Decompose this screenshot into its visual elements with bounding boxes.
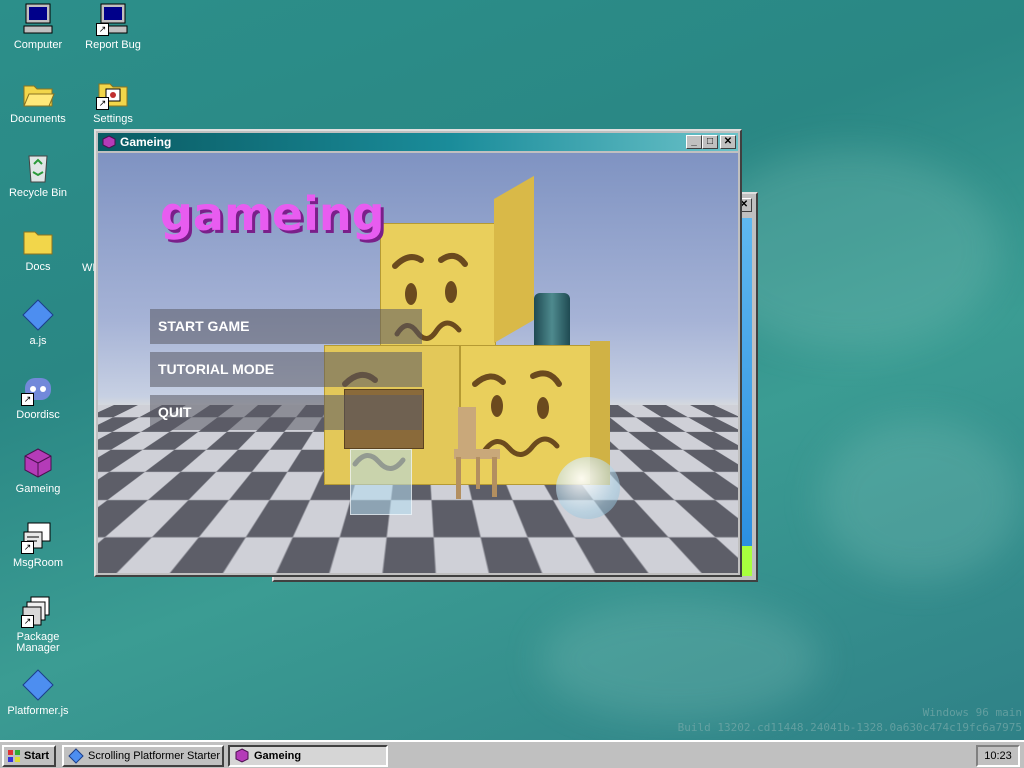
gameing-icon bbox=[102, 135, 116, 149]
start-logo-icon bbox=[8, 750, 20, 762]
desktop-icon-label: Docs bbox=[25, 261, 51, 273]
task-label: Gameing bbox=[254, 750, 302, 762]
start-game-button[interactable]: START GAME bbox=[150, 309, 422, 344]
gameing-window[interactable]: Gameing _ □ ✕ gameing START GAME TUTORIA… bbox=[94, 129, 742, 577]
gameing-icon bbox=[235, 748, 249, 763]
shortcut-arrow-icon: ↗ bbox=[21, 541, 34, 554]
desktop-icon-report-bug[interactable]: ↗ Report Bug bbox=[76, 2, 150, 51]
desktop-cloud bbox=[820, 420, 1020, 580]
task-label: Scrolling Platformer Starter bbox=[88, 750, 221, 762]
package-manager-icon: ↗ bbox=[21, 594, 55, 628]
desktop-icon-a-js[interactable]: a.js bbox=[1, 298, 75, 347]
game-title: gameing bbox=[160, 187, 385, 241]
desktop-icon-msgroom[interactable]: ↗ MsgRoom bbox=[1, 520, 75, 569]
desktop-icon-label: Documents bbox=[10, 113, 66, 125]
desktop-cloud bbox=[540, 600, 820, 720]
chair-icon bbox=[454, 407, 500, 499]
desktop-icon-computer[interactable]: Computer bbox=[1, 2, 75, 51]
desktop-icon-label: Report Bug bbox=[85, 39, 141, 51]
desktop-icon-label: Gameing bbox=[15, 483, 61, 495]
desktop-icon-settings[interactable]: ↗ Settings bbox=[76, 76, 150, 125]
taskbar: Start Scrolling Platformer Starter Gamei… bbox=[0, 740, 1024, 768]
game-viewport[interactable]: gameing START GAME TUTORIAL MODE QUIT (C… bbox=[98, 153, 738, 573]
desktop-icon-documents[interactable]: Documents bbox=[1, 76, 75, 125]
settings-icon: ↗ bbox=[96, 76, 130, 110]
watermark-build: Build 13202.cd11448.24041b-1328.0a630c47… bbox=[677, 721, 1022, 734]
quit-button[interactable]: QUIT bbox=[150, 395, 422, 430]
maximize-button[interactable]: □ bbox=[702, 135, 718, 149]
doordisc-icon: ↗ bbox=[21, 372, 55, 406]
computer-icon bbox=[21, 2, 55, 36]
desktop-icon-recycle-bin[interactable]: Recycle Bin bbox=[1, 150, 75, 199]
desktop-icon-label: Platformer.js bbox=[7, 705, 69, 717]
js-file-icon bbox=[21, 298, 55, 332]
shortcut-arrow-icon: ↗ bbox=[21, 393, 34, 406]
desktop-icon-label: Computer bbox=[13, 39, 63, 51]
title-bar[interactable]: Gameing _ □ ✕ bbox=[98, 133, 738, 151]
task-gameing[interactable]: Gameing bbox=[228, 745, 388, 767]
minimize-button[interactable]: _ bbox=[686, 135, 702, 149]
cube-side bbox=[494, 175, 534, 343]
tutorial-mode-button[interactable]: TUTORIAL MODE bbox=[150, 352, 422, 387]
js-file-icon bbox=[68, 748, 84, 764]
desktop: Computer Documents Recycle Bin Docs a.js… bbox=[0, 0, 1024, 740]
folder-open-icon bbox=[21, 76, 55, 110]
copyright-text: (C) windows96.net 2021 bbox=[583, 551, 734, 567]
window-title: Gameing bbox=[120, 135, 172, 149]
report-bug-icon: ↗ bbox=[96, 2, 130, 36]
js-file-icon bbox=[21, 668, 55, 702]
desktop-icon-label: a.js bbox=[29, 335, 47, 347]
start-label: Start bbox=[24, 750, 50, 762]
shortcut-arrow-icon: ↗ bbox=[96, 97, 109, 110]
close-button[interactable]: ✕ bbox=[720, 135, 736, 149]
start-button[interactable]: Start bbox=[2, 745, 56, 767]
desktop-icon-label: Settings bbox=[93, 113, 133, 125]
task-scrolling-platformer[interactable]: Scrolling Platformer Starter bbox=[62, 745, 224, 767]
gameing-icon bbox=[21, 446, 55, 480]
desktop-icon-label: Doordisc bbox=[16, 409, 60, 421]
watermark-version: Windows 96 main bbox=[922, 706, 1022, 719]
shortcut-arrow-icon: ↗ bbox=[21, 615, 34, 628]
recycle-bin-icon bbox=[21, 150, 55, 184]
desktop-icon-docs[interactable]: Docs bbox=[1, 224, 75, 273]
glass-sphere bbox=[556, 457, 620, 519]
folder-icon bbox=[21, 224, 55, 258]
desktop-icon-doordisc[interactable]: ↗ Doordisc bbox=[1, 372, 75, 421]
desktop-icon-platformer-js[interactable]: Platformer.js bbox=[1, 668, 75, 717]
desktop-icon-gameing[interactable]: Gameing bbox=[1, 446, 75, 495]
desktop-icon-label: Package Manager bbox=[16, 631, 60, 654]
msgroom-icon: ↗ bbox=[21, 520, 55, 554]
glass-cube bbox=[350, 449, 412, 515]
clock[interactable]: 10:23 bbox=[976, 745, 1020, 767]
shortcut-arrow-icon: ↗ bbox=[96, 23, 109, 36]
desktop-icon-label: Recycle Bin bbox=[8, 187, 68, 199]
desktop-icon-label: MsgRoom bbox=[12, 557, 64, 569]
desktop-icon-package-manager[interactable]: ↗ Package Manager bbox=[1, 594, 75, 654]
